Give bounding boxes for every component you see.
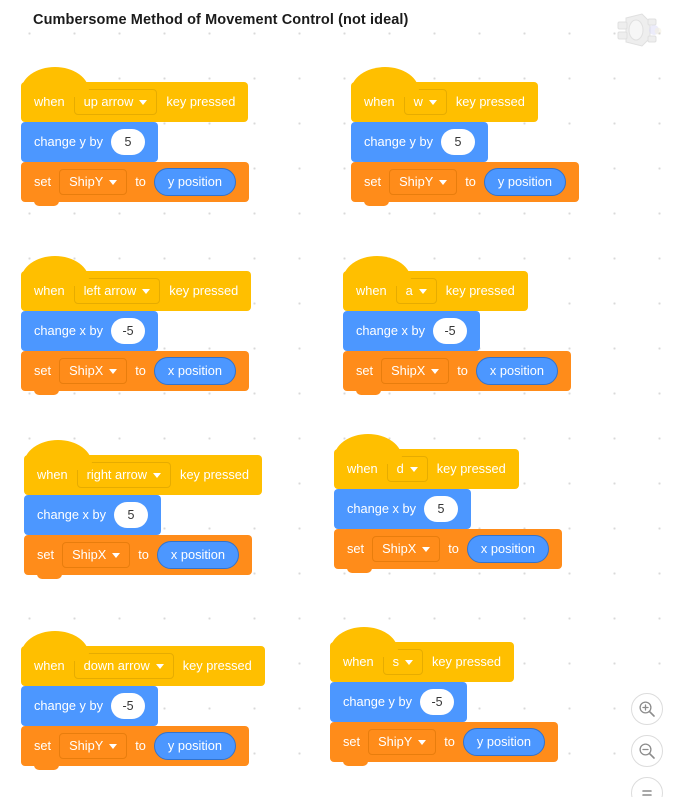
when-key-pressed-hat-block[interactable]: when d key pressed	[334, 434, 519, 493]
w-key-script[interactable]: when w key pressed change y by 5 set ShipY to y …	[351, 66, 579, 206]
position-reporter-block[interactable]: y position	[483, 168, 566, 196]
chevron-down-icon	[418, 288, 427, 294]
key-dropdown[interactable]: a	[395, 278, 437, 304]
key-dropdown[interactable]: s	[382, 649, 423, 675]
change-by-motion-block[interactable]: change y by 5	[21, 122, 159, 166]
change-amount-input[interactable]: 5	[114, 502, 149, 528]
d-key-script[interactable]: when d key pressed change x by 5 set ShipX to x …	[334, 433, 562, 573]
position-reporter-block[interactable]: y position	[153, 732, 236, 760]
key-dropdown[interactable]: right arrow	[76, 462, 172, 488]
right-arrow-script[interactable]: when right arrow key pressed change x by 5 se…	[24, 439, 263, 579]
set-variable-block[interactable]: set ShipY to y position	[21, 726, 249, 770]
key-dropdown[interactable]: up arrow	[73, 89, 158, 115]
zoom-controls	[631, 693, 663, 797]
variable-dropdown[interactable]: ShipY	[59, 733, 128, 759]
set-variable-block[interactable]: set ShipY to y position	[330, 722, 558, 766]
chevron-down-icon	[109, 743, 118, 749]
page-title: Cumbersome Method of Movement Control (n…	[33, 12, 409, 28]
change-amount-input[interactable]: 5	[111, 129, 146, 155]
change-by-motion-block[interactable]: change y by -5	[21, 686, 159, 730]
a-key-script[interactable]: when a key pressed change x by -5 set ShipX to x…	[343, 255, 571, 395]
chevron-down-icon	[109, 179, 118, 185]
chevron-down-icon	[155, 663, 164, 669]
chevron-down-icon	[422, 546, 431, 552]
chevron-down-icon	[431, 368, 440, 374]
chevron-down-icon	[405, 659, 413, 665]
when-key-pressed-hat-block[interactable]: when down arrow key pressed	[21, 631, 265, 690]
zoom-in-icon	[639, 701, 655, 717]
position-reporter-block[interactable]: x position	[466, 535, 549, 563]
position-reporter-block[interactable]: x position	[475, 357, 558, 385]
change-by-motion-block[interactable]: change y by 5	[351, 122, 489, 166]
chevron-down-icon	[109, 368, 118, 374]
zoom-out-button[interactable]	[631, 735, 663, 767]
up-arrow-script[interactable]: when up arrow key pressed change y by 5 set Sh…	[21, 66, 249, 206]
variable-dropdown[interactable]: ShipY	[59, 169, 128, 195]
zoom-out-icon	[639, 743, 655, 759]
key-dropdown[interactable]: w	[403, 89, 447, 115]
change-amount-input[interactable]: 5	[441, 129, 476, 155]
chevron-down-icon	[112, 552, 121, 558]
chevron-down-icon	[142, 288, 151, 294]
change-amount-input[interactable]: -5	[111, 318, 146, 344]
key-dropdown[interactable]: down arrow	[73, 653, 174, 679]
spaceship-sprite-watermark	[617, 13, 662, 47]
change-by-motion-block[interactable]: change x by -5	[343, 311, 481, 355]
change-amount-input[interactable]: -5	[433, 318, 468, 344]
variable-dropdown[interactable]: ShipX	[372, 536, 441, 562]
set-variable-block[interactable]: set ShipX to x position	[24, 535, 252, 579]
zoom-reset-button[interactable]	[631, 777, 663, 797]
chevron-down-icon	[418, 739, 427, 745]
set-variable-block[interactable]: set ShipY to y position	[21, 162, 249, 206]
change-by-motion-block[interactable]: change x by 5	[24, 495, 162, 539]
set-variable-block[interactable]: set ShipX to x position	[334, 529, 562, 573]
chevron-down-icon	[153, 472, 162, 478]
chevron-down-icon	[409, 466, 418, 472]
set-variable-block[interactable]: set ShipX to x position	[343, 351, 571, 395]
s-key-script[interactable]: when s key pressed change y by -5 set ShipY to y…	[330, 626, 558, 766]
when-key-pressed-hat-block[interactable]: when up arrow key pressed	[21, 67, 249, 126]
zoom-in-button[interactable]	[631, 693, 663, 725]
position-reporter-block[interactable]: y position	[462, 728, 545, 756]
variable-dropdown[interactable]: ShipX	[381, 358, 450, 384]
left-arrow-script[interactable]: when left arrow key pressed change x by -5 se…	[21, 255, 252, 395]
set-variable-block[interactable]: set ShipX to x position	[21, 351, 249, 395]
key-dropdown[interactable]: d	[386, 456, 428, 482]
chevron-down-icon	[439, 179, 448, 185]
when-key-pressed-hat-block[interactable]: when w key pressed	[351, 67, 538, 126]
set-variable-block[interactable]: set ShipY to y position	[351, 162, 579, 206]
when-key-pressed-hat-block[interactable]: when a key pressed	[343, 256, 528, 315]
position-reporter-block[interactable]: x position	[156, 541, 239, 569]
variable-dropdown[interactable]: ShipY	[368, 729, 437, 755]
change-by-motion-block[interactable]: change x by -5	[21, 311, 159, 355]
when-key-pressed-hat-block[interactable]: when right arrow key pressed	[24, 440, 263, 499]
when-key-pressed-hat-block[interactable]: when s key pressed	[330, 627, 514, 686]
when-key-pressed-hat-block[interactable]: when left arrow key pressed	[21, 256, 252, 315]
change-amount-input[interactable]: -5	[420, 689, 455, 715]
down-arrow-script[interactable]: when down arrow key pressed change y by -5 se…	[21, 630, 265, 770]
change-by-motion-block[interactable]: change x by 5	[334, 489, 472, 533]
chevron-down-icon	[428, 99, 437, 105]
variable-dropdown[interactable]: ShipX	[59, 358, 128, 384]
change-by-motion-block[interactable]: change y by -5	[330, 682, 468, 726]
position-reporter-block[interactable]: x position	[153, 357, 236, 385]
zoom-reset-icon	[642, 790, 652, 796]
chevron-down-icon	[139, 99, 148, 105]
key-dropdown[interactable]: left arrow	[73, 278, 161, 304]
variable-dropdown[interactable]: ShipY	[389, 169, 458, 195]
variable-dropdown[interactable]: ShipX	[62, 542, 131, 568]
change-amount-input[interactable]: -5	[111, 693, 146, 719]
change-amount-input[interactable]: 5	[424, 496, 459, 522]
position-reporter-block[interactable]: y position	[153, 168, 236, 196]
